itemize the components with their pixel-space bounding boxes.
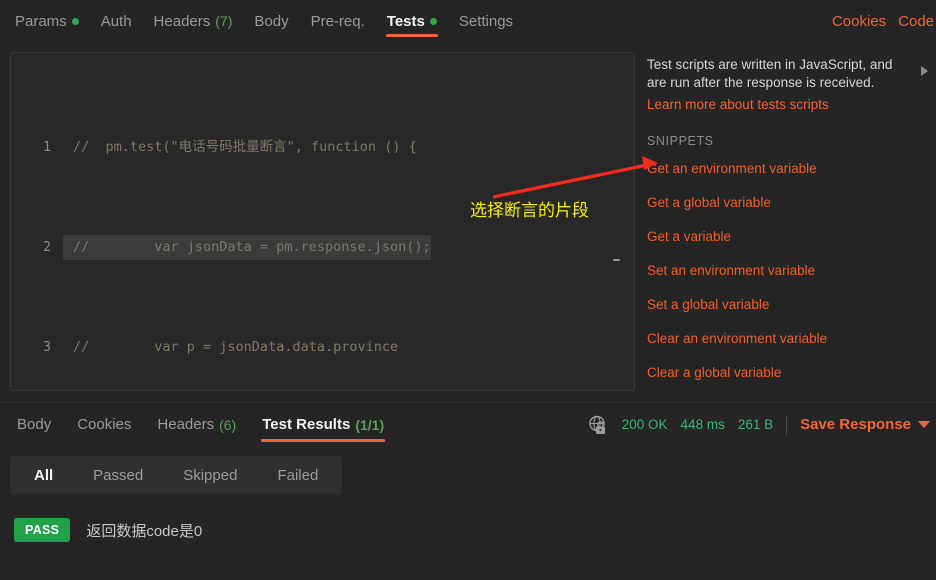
meta-divider — [786, 414, 788, 435]
editor-scrollbar-thumb[interactable] — [613, 259, 620, 261]
response-tab-cookies[interactable]: Cookies — [64, 403, 144, 447]
snippets-description: Test scripts are written in JavaScript, … — [647, 57, 893, 90]
code-editor[interactable]: 1 // pm.test("电话号码批量断言", function () { 2… — [10, 52, 635, 391]
code-link[interactable]: Code — [898, 13, 934, 30]
tab-settings-label: Settings — [458, 12, 514, 30]
test-result-filters: All Passed Skipped Failed — [10, 456, 343, 494]
tab-auth[interactable]: Auth — [90, 0, 143, 42]
tab-tests-label: Tests — [386, 12, 425, 30]
postman-tests-panel: Params Auth Headers (7) Body Pre-req. Te… — [0, 0, 936, 580]
save-response-button[interactable]: Save Response — [800, 416, 930, 433]
filter-skipped[interactable]: Skipped — [163, 456, 257, 494]
snippet-get-environment-variable[interactable]: Get an environment variable — [647, 151, 924, 185]
tab-pre-request[interactable]: Pre-req. — [300, 0, 376, 42]
snippet-set-environment-variable[interactable]: Set an environment variable — [647, 253, 924, 287]
snippet-clear-environment-variable[interactable]: Clear an environment variable — [647, 321, 924, 355]
request-tab-bar: Params Auth Headers (7) Body Pre-req. Te… — [0, 0, 936, 42]
line-number: 3 — [43, 340, 51, 355]
snippet-clear-global-variable[interactable]: Clear a global variable — [647, 355, 924, 389]
response-tab-test-results-label: Test Results — [262, 416, 351, 433]
code-line: 1 // pm.test("电话号码批量断言", function () { — [11, 135, 634, 160]
learn-more-link[interactable]: Learn more about tests scripts — [647, 97, 924, 112]
chevron-right-icon[interactable] — [921, 66, 928, 76]
code-line: 2 // var jsonData = pm.response.json(); — [11, 235, 634, 260]
line-text: // var p = jsonData.data.province — [73, 339, 399, 355]
tests-modified-dot — [429, 17, 437, 25]
tab-settings[interactable]: Settings — [448, 0, 524, 42]
response-meta: 200 OK 448 ms 261 B Save Response — [587, 414, 936, 436]
response-status: 200 OK — [621, 417, 668, 432]
filter-passed-label: Passed — [93, 466, 144, 484]
request-tabs: Params Auth Headers (7) Body Pre-req. Te… — [0, 0, 524, 42]
tab-pre-request-label: Pre-req. — [310, 12, 365, 30]
chevron-down-icon[interactable] — [918, 421, 930, 428]
response-tab-body-label: Body — [17, 416, 52, 433]
snippets-panel: Test scripts are written in JavaScript, … — [635, 44, 936, 399]
test-result-row: PASS 返回数据code是0 — [14, 518, 202, 542]
response-tab-headers[interactable]: Headers (6) — [144, 403, 249, 447]
snippet-get-global-variable[interactable]: Get a global variable — [647, 185, 924, 219]
tab-body-label: Body — [254, 12, 289, 30]
tab-headers-label: Headers — [153, 12, 211, 30]
filter-skipped-label: Skipped — [183, 466, 238, 484]
response-tab-bar: Body Cookies Headers (6) Test Results (1… — [0, 402, 936, 446]
tab-tests[interactable]: Tests — [376, 0, 448, 42]
save-response-label: Save Response — [800, 416, 911, 433]
tab-headers-count: (7) — [215, 13, 233, 29]
globe-lock-icon[interactable] — [587, 414, 609, 436]
line-text: // var jsonData = pm.response.json(); — [63, 235, 431, 260]
filter-all[interactable]: All — [14, 456, 73, 494]
response-tab-headers-label: Headers — [157, 416, 215, 433]
cookies-link[interactable]: Cookies — [832, 13, 886, 30]
response-size: 261 B — [737, 417, 774, 432]
code-content[interactable]: 1 // pm.test("电话号码批量断言", function () { 2… — [11, 60, 634, 390]
code-line: 3 // var p = jsonData.data.province — [11, 335, 634, 360]
response-tab-test-results-count: (1/1) — [355, 416, 385, 433]
filter-passed[interactable]: Passed — [73, 456, 163, 494]
tab-params-label: Params — [15, 12, 67, 30]
filter-failed[interactable]: Failed — [257, 456, 338, 494]
response-tab-test-results[interactable]: Test Results (1/1) — [249, 403, 397, 447]
tab-params[interactable]: Params — [4, 0, 90, 42]
editor-vertical-scrollbar[interactable] — [613, 53, 628, 390]
response-tabs: Body Cookies Headers (6) Test Results (1… — [0, 403, 397, 447]
request-tab-bar-actions: Cookies Code — [832, 13, 936, 30]
test-result-name: 返回数据code是0 — [86, 522, 203, 540]
snippets-heading: SNIPPETS — [647, 134, 714, 148]
response-tab-headers-count: (6) — [219, 416, 237, 433]
filter-failed-label: Failed — [277, 466, 319, 484]
status-badge: PASS — [14, 518, 71, 542]
snippet-set-global-variable[interactable]: Set a global variable — [647, 287, 924, 321]
line-number: 2 — [43, 240, 51, 255]
response-tab-cookies-label: Cookies — [77, 416, 132, 433]
tab-headers[interactable]: Headers (7) — [143, 0, 244, 42]
params-modified-dot — [71, 17, 79, 25]
filter-all-label: All — [34, 466, 54, 484]
tests-editor-area: 1 // pm.test("电话号码批量断言", function () { 2… — [0, 44, 936, 399]
response-tab-body[interactable]: Body — [4, 403, 64, 447]
snippet-get-variable[interactable]: Get a variable — [647, 219, 924, 253]
line-number: 1 — [43, 140, 51, 155]
tab-auth-label: Auth — [100, 12, 132, 30]
line-text: // pm.test("电话号码批量断言", function () { — [73, 139, 417, 155]
tab-body[interactable]: Body — [243, 0, 299, 42]
response-time: 448 ms — [680, 417, 725, 432]
